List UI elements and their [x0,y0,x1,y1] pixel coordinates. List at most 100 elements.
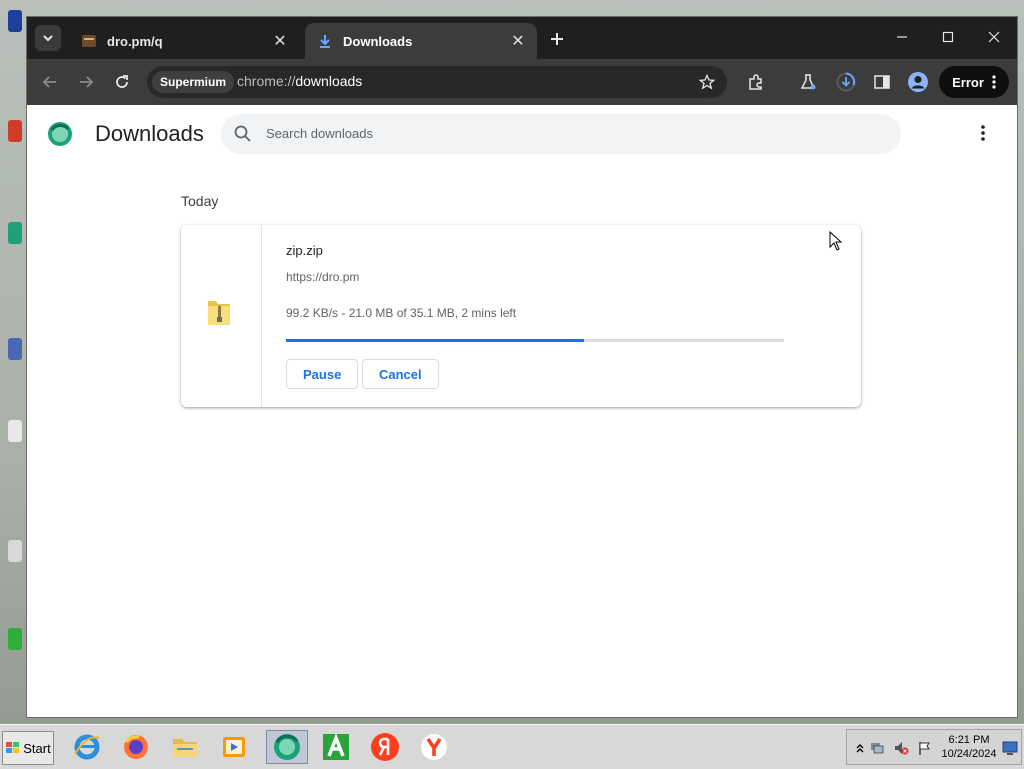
tab-title: Downloads [343,33,413,49]
maximize-button[interactable] [925,23,971,51]
clock-time: 6:21 PM [948,734,990,746]
bookmark-star-button[interactable] [697,72,717,92]
start-label: Start [23,740,51,756]
taskbar-supermium[interactable] [266,730,308,764]
plus-icon [551,33,563,45]
puzzle-icon [749,74,762,90]
desktop-icon[interactable] [8,628,22,650]
downloads-page: Downloads Search downloads Today zip.zip… [27,105,1017,717]
desktop-icon[interactable] [8,120,22,142]
extensions-button[interactable] [743,69,769,95]
yandex-browser-icon [421,734,447,760]
downloads-toolbar-button[interactable] [833,69,859,95]
system-tray: 6:21 PM 10/24/2024 [846,729,1022,765]
minimize-icon [897,36,907,38]
back-button[interactable] [35,67,65,97]
cancel-button[interactable]: Cancel [362,359,439,389]
pause-button[interactable]: Pause [286,359,359,389]
new-tab-button[interactable] [545,27,569,51]
close-icon [988,31,1000,43]
windows-logo-icon [6,742,20,753]
forward-button[interactable] [71,67,101,97]
page-more-options-button[interactable] [971,121,995,145]
tab-downloads[interactable]: Downloads ✕ [305,23,537,59]
download-source-url[interactable]: https://dro.pm [286,270,359,284]
avatar-icon [908,72,928,92]
labs-button[interactable] [795,69,821,95]
browser-window: dro.pm/q ✕ Downloads ✕ Supermium chrome:… [26,16,1018,718]
desktop-icon[interactable] [8,222,22,244]
desktop-icon[interactable] [8,338,22,360]
action-center-flag-icon[interactable] [917,740,933,756]
taskbar-file-explorer[interactable] [168,730,202,764]
url-scheme: chrome:// [237,73,296,89]
minimize-button[interactable] [879,23,925,51]
taskbar-yandex[interactable] [368,730,402,764]
taskbar-internet-explorer[interactable] [70,730,104,764]
media-player-icon [223,737,245,757]
supermium-icon [274,734,300,760]
chevron-up-icon [856,744,864,753]
search-icon [234,125,251,142]
search-downloads-field[interactable]: Search downloads [221,114,901,154]
download-file-icon-column [181,225,262,407]
download-item-card: zip.zip https://dro.pm 99.2 KB/s - 21.0 … [181,225,861,407]
side-panel-icon [874,75,890,89]
arrow-right-icon [80,76,94,88]
start-button[interactable]: Start [2,731,54,765]
tab-title: dro.pm/q [107,33,163,49]
taskbar-clock[interactable]: 6:21 PM 10/24/2024 [941,733,997,761]
yandex-icon [371,733,399,761]
taskbar: Start 6:21 PM 10/24/2024 [0,724,1024,769]
close-window-button[interactable] [971,23,1017,51]
download-filename[interactable]: zip.zip [286,243,323,258]
network-icon[interactable] [869,740,885,756]
page-favicon-icon [81,33,97,49]
reload-icon [116,75,128,88]
side-panel-button[interactable] [869,69,895,95]
kebab-menu-icon [992,75,996,89]
tab-dro-pm[interactable]: dro.pm/q ✕ [69,23,299,59]
folder-icon [173,739,197,757]
supermium-logo-icon [48,122,72,146]
close-icon[interactable]: ✕ [271,32,289,50]
taskbar-media-player[interactable] [217,730,251,764]
error-label: Error [952,74,984,90]
arrow-left-icon [42,76,56,88]
taskbar-yandex-browser[interactable] [417,730,451,764]
clock-date: 10/24/2024 [941,748,997,760]
url-host: downloads [295,73,363,89]
download-status-text: 99.2 KB/s - 21.0 MB of 35.1 MB, 2 mins l… [286,306,517,320]
taskbar-app-a[interactable] [319,730,353,764]
internet-explorer-icon [74,734,100,760]
kebab-menu-icon [981,125,985,141]
star-icon [699,74,715,90]
download-progress-bar [286,339,784,342]
tab-search-button[interactable] [35,25,61,51]
flask-icon [800,74,816,90]
show-hidden-icons-button[interactable] [852,740,868,756]
page-title: Downloads [95,121,204,146]
url-text[interactable]: chrome://downloads [237,73,362,89]
date-section-label: Today [181,193,219,209]
close-icon[interactable]: ✕ [509,32,527,50]
reload-button[interactable] [107,67,137,97]
download-progress-icon [836,72,856,92]
browser-chip[interactable]: Supermium [152,71,235,93]
zip-folder-icon[interactable] [205,297,233,329]
download-icon [317,33,333,49]
chevron-down-icon [43,35,53,42]
desktop-icon[interactable] [8,540,22,562]
profile-button[interactable] [905,69,931,95]
show-desktop-icon[interactable] [1002,740,1018,756]
maximize-icon [942,31,954,43]
taskbar-firefox[interactable] [119,730,153,764]
error-menu-button[interactable]: Error [939,66,1009,98]
volume-muted-icon[interactable] [893,740,909,756]
download-progress-fill [286,339,584,342]
browser-toolbar: Supermium chrome://downloads Error [27,59,1017,105]
desktop-icon[interactable] [8,10,22,32]
desktop-icon[interactable] [8,420,22,442]
address-bar[interactable]: Supermium chrome://downloads [147,66,727,98]
letter-a-app-icon [323,733,349,760]
